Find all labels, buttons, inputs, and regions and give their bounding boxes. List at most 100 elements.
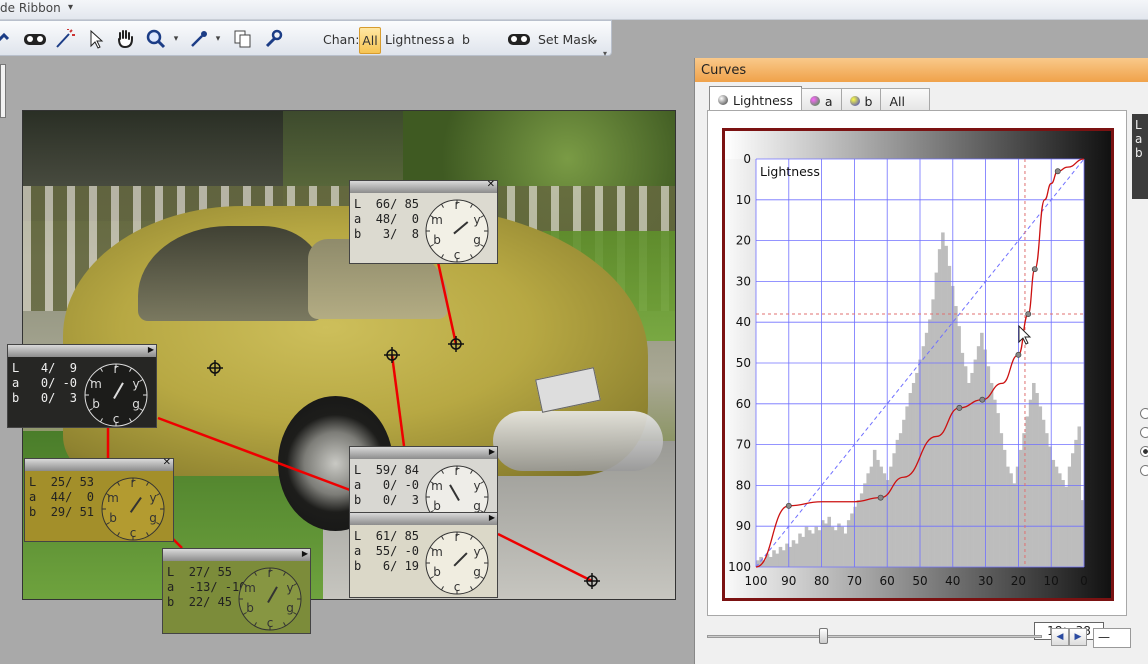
histogram-bar (895, 439, 900, 567)
channel-lightness-button[interactable]: Lightness (385, 32, 445, 47)
toolbar-gripper-icon[interactable]: ▾ (603, 49, 607, 58)
histogram-bar (1002, 449, 1007, 567)
radio-option-selected[interactable] (1140, 446, 1148, 457)
probe-row-value: 6/ 19 (375, 559, 420, 573)
color-probe-window[interactable]: ✕ L 25/ 53 a 44/ 0b 29/ 51 r m y b g c (24, 457, 174, 542)
probe-row-label: b (354, 559, 376, 573)
probe-row-label: a (354, 212, 376, 226)
scroll-right-button[interactable]: ▶ (1069, 628, 1087, 646)
histogram-bar (934, 272, 939, 567)
scroll-left-button[interactable]: ◀ (1051, 628, 1069, 646)
ribbon-collapse-icon[interactable]: ▾ (68, 2, 73, 13)
ribbon-title: de Ribbon (0, 1, 61, 15)
copy-icon[interactable] (232, 27, 254, 51)
probe-row-label: a (12, 376, 34, 390)
histogram-bar (1074, 439, 1078, 567)
channel-b-button[interactable]: b (462, 32, 470, 47)
radio-option[interactable] (1140, 427, 1148, 438)
histogram-bar (976, 346, 981, 567)
channel-label: Chan: (323, 32, 360, 47)
expand-icon[interactable]: ▶ (148, 345, 154, 354)
histogram-bar (983, 349, 987, 567)
histogram-bar (993, 399, 997, 567)
zoom-dropdown-icon[interactable]: ▾ (170, 27, 182, 51)
histogram-bar (999, 433, 1004, 567)
probe-row-l: L 61/ 85 (354, 529, 419, 544)
radio-option[interactable] (1140, 465, 1148, 476)
dial-label-bl: b (433, 233, 441, 247)
histogram-bar (869, 466, 874, 567)
tab-b[interactable]: b (840, 88, 882, 110)
histogram-bar (853, 506, 857, 567)
histogram-bar (960, 352, 965, 567)
histogram-bar (768, 556, 773, 567)
close-icon[interactable]: ✕ (487, 179, 495, 190)
dial-label-left: m (90, 377, 102, 391)
left-dock-panel[interactable] (0, 64, 6, 118)
probe-row-label: a (29, 490, 51, 504)
expand-icon[interactable]: ▶ (302, 549, 308, 558)
value-input[interactable]: — (1093, 628, 1131, 648)
histogram-bar (807, 530, 812, 567)
set-mask-button[interactable]: Set Mask (538, 32, 595, 47)
color-probe-window[interactable]: ▶ L 61/ 85 a 55/ -0 b 6/ 19 r m y b g c (349, 512, 498, 598)
set-mask-icon[interactable] (506, 27, 532, 51)
curve-slider[interactable] (707, 628, 1047, 644)
pointer-tool-icon[interactable] (86, 27, 106, 51)
dial-label-top: r (455, 198, 460, 212)
expand-icon[interactable]: ▶ (489, 447, 495, 456)
set-mask-dropdown-icon[interactable]: ▾ (590, 29, 600, 53)
dial-label-bl: b (109, 511, 117, 525)
histogram-bar (856, 500, 861, 567)
curve-control-point (956, 404, 963, 411)
dial-label-right: y (149, 491, 156, 505)
curve-chart[interactable]: Lightness100 90 80 70 60 50 40 30 20 10 0010203040… (725, 131, 1111, 598)
color-probe-window[interactable]: ✕ L 66/ 85 a 48/ 0b 3/ 8rmybgc (349, 179, 498, 264)
tab-all[interactable]: All (880, 88, 931, 110)
wrench-icon[interactable] (262, 27, 284, 51)
probe-row-label: a (354, 478, 376, 492)
probe-row-value: 66/ 85 (375, 197, 420, 211)
dial-label-br: g (473, 499, 481, 513)
probe-row-l: L 25/ 53 (29, 475, 94, 490)
histogram-bar (879, 466, 883, 567)
close-icon[interactable]: ✕ (163, 457, 171, 468)
histogram-bar (846, 520, 851, 567)
eyedropper-dropdown-icon[interactable]: ▾ (212, 27, 224, 51)
probe-values: L 66/ 85 a 48/ 0b 3/ 8 (354, 197, 419, 242)
probe-row-a: a 0/ -0 (354, 478, 419, 493)
probe-values: L 59/ 84 a 0/ -0 b 0/ 3 (354, 463, 419, 508)
dial-label-bl: b (246, 601, 254, 615)
dial-label-left: m (431, 545, 443, 559)
hand-tool-icon[interactable] (114, 27, 138, 51)
color-probe-window[interactable]: ▶ L 27/ 55 a -13/ -10 b 22/ 45 r m y b g c (162, 548, 311, 634)
dial-label-bl: b (433, 565, 441, 579)
probe-row-a: a 55/ -0 (354, 544, 419, 559)
tab-a[interactable]: a (800, 88, 842, 110)
slider-thumb[interactable] (819, 628, 828, 644)
probe-row-label: b (29, 505, 51, 519)
histogram-bar (1061, 480, 1065, 567)
mask-tool-icon[interactable] (22, 27, 48, 51)
color-wheel-dial: rm y b gc (238, 566, 302, 631)
color-probe-window[interactable]: ▶ L 4/ 9a 0/ -0 b 0/ 3rmybgc (7, 344, 157, 428)
probe-row-label: L (167, 565, 189, 579)
dial-label-br: g (286, 601, 294, 615)
histogram-bar (794, 543, 799, 567)
color-probe-window[interactable]: ▶ L 59/ 84a 0/ -0b 0/ 3rmybgc (349, 446, 498, 529)
color-wheel-dial: rm y b gc (84, 362, 148, 427)
radio-option[interactable] (1140, 408, 1148, 419)
eyedropper-icon[interactable] (188, 27, 210, 51)
histogram-bar (902, 419, 906, 567)
probe-row-l: L 4/ 9 (12, 361, 77, 376)
tab-lightness[interactable]: Lightness (709, 86, 802, 110)
zoom-tool-icon[interactable] (144, 27, 168, 51)
channel-a-button[interactable]: a (447, 32, 455, 47)
dial-label-left: m (244, 581, 256, 595)
expand-icon[interactable]: ▶ (489, 513, 495, 522)
channel-all-button[interactable]: All (359, 27, 381, 54)
magic-wand-icon[interactable] (54, 27, 76, 51)
probe-row-a: a 48/ 0 (354, 212, 419, 227)
histogram-bar (937, 249, 942, 567)
rotate-tool-icon[interactable] (0, 27, 12, 51)
